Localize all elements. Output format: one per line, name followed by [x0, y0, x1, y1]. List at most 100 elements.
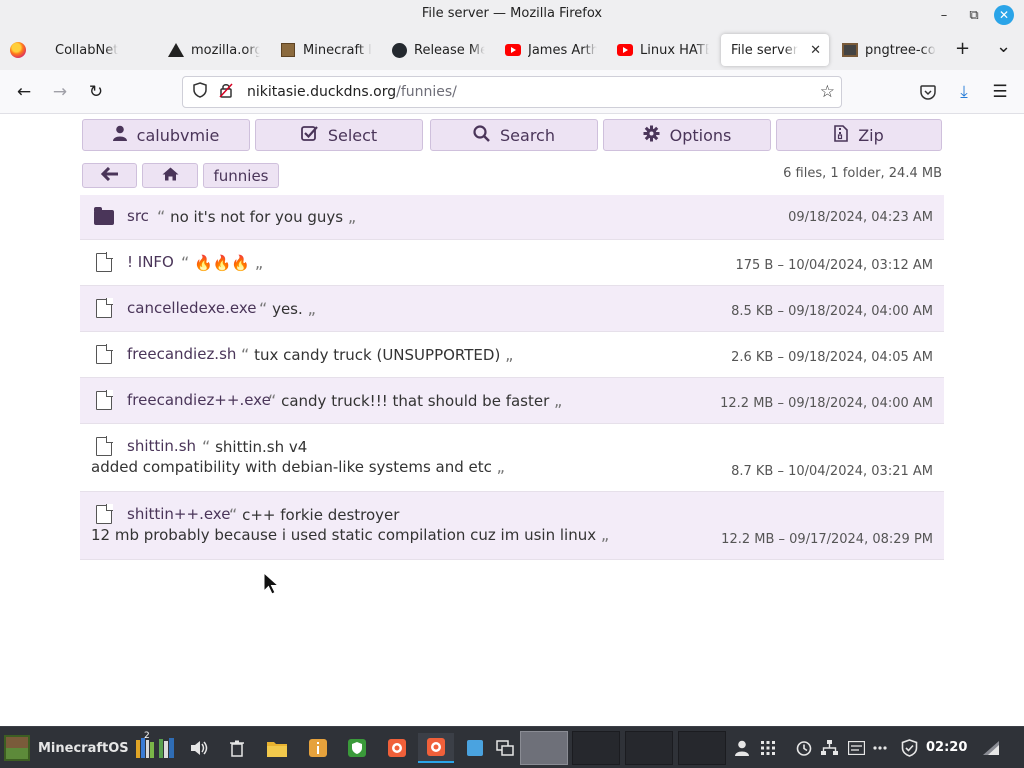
file-meta: 8.5 KB – 09/18/2024, 04:00 AM	[731, 304, 933, 319]
firefox-active-icon[interactable]	[418, 733, 454, 763]
books-icon[interactable]	[156, 733, 178, 763]
pocket-icon[interactable]	[916, 80, 940, 104]
app-menu-button[interactable]: ☰	[988, 80, 1012, 104]
volume-icon[interactable]	[186, 733, 212, 763]
bookmark-star-icon[interactable]: ☆	[820, 82, 835, 102]
tab-minecraft[interactable]: Minecraft la	[280, 34, 372, 66]
file-name[interactable]: ! INFO	[127, 253, 174, 271]
file-row-info[interactable]: ! INFO “ 🔥🔥🔥 „ 175 B – 10/04/2024, 03:12…	[80, 240, 944, 286]
taskbar: MinecraftOS 2 02:20	[0, 726, 1024, 768]
lock-icon[interactable]	[217, 82, 235, 102]
tab-label: File server	[731, 42, 799, 58]
home-button[interactable]	[142, 163, 198, 188]
workspace-4[interactable]	[678, 731, 726, 765]
more-dots-icon[interactable]	[870, 733, 890, 763]
tab-label: pngtree-co	[865, 42, 936, 58]
network-icon[interactable]	[818, 733, 840, 763]
forward-button[interactable]: →	[48, 80, 72, 104]
file-name[interactable]: shittin.sh	[127, 437, 196, 455]
wifi-icon[interactable]	[980, 733, 1002, 763]
zip-button[interactable]: Zip	[776, 119, 942, 151]
file-description-line2: 12 mb probably because i used static com…	[91, 525, 610, 544]
select-button[interactable]: Select	[255, 119, 423, 151]
parent-folder-button[interactable]	[82, 163, 137, 188]
maximize-button[interactable]: ⧉	[964, 5, 984, 25]
firefox-icon[interactable]	[384, 733, 410, 763]
tab-file-server[interactable]: File server ✕	[721, 34, 829, 66]
search-label: Search	[500, 125, 555, 145]
file-description: “ shittin.sh v4	[202, 437, 308, 456]
arrow-left-icon	[100, 166, 119, 185]
list-all-tabs-button[interactable]: ⌄	[996, 36, 1011, 57]
tab-strip: CollabNet mozilla.org Minecraft la Relea…	[0, 30, 1024, 70]
history-icon[interactable]	[792, 733, 814, 763]
new-tab-button[interactable]: +	[955, 38, 970, 59]
page-content: calubvmie Select Search Options Zip funn…	[0, 114, 1024, 726]
downloads-button[interactable]: ⤓	[952, 80, 976, 104]
tab-linux-hate[interactable]: Linux HATE	[617, 34, 709, 66]
files-icon[interactable]	[264, 733, 290, 763]
tab-collabnet[interactable]: CollabNet	[55, 34, 155, 66]
options-button[interactable]: Options	[603, 119, 771, 151]
trash-icon[interactable]	[224, 733, 250, 763]
breadcrumb-current-folder[interactable]: funnies	[203, 163, 279, 188]
window-app-icon[interactable]	[462, 733, 488, 763]
reload-button[interactable]: ↻	[84, 80, 108, 104]
search-button[interactable]: Search	[430, 119, 598, 151]
file-row-cancelledexe[interactable]: cancelledexe.exe “ yes. „ 8.5 KB – 09/18…	[80, 286, 944, 332]
file-row-src[interactable]: src “ no it's not for you guys „ 09/18/2…	[80, 195, 944, 240]
clock[interactable]: 02:20	[926, 740, 967, 755]
file-row-shittin-exe[interactable]: shittin++.exe “ c++ forkie destroyer 12 …	[80, 492, 944, 560]
security-status-icon[interactable]	[898, 733, 920, 763]
app-grid-icon[interactable]	[758, 733, 778, 763]
workspace-apps-icon[interactable]: 2	[134, 731, 156, 763]
file-row-freecandiez-sh[interactable]: freecandiez.sh “ tux candy truck (UNSUPP…	[80, 332, 944, 378]
workspace-3[interactable]	[625, 731, 673, 765]
file-icon	[94, 390, 114, 410]
url-text[interactable]: nikitasie.duckdns.org/funnies/	[247, 84, 457, 100]
file-meta: 12.2 MB – 09/17/2024, 08:29 PM	[721, 532, 933, 547]
file-description: “ yes. „	[259, 299, 316, 318]
keyboard-icon[interactable]	[845, 733, 867, 763]
user-label: calubvmie	[136, 125, 220, 145]
firefox-icon[interactable]	[10, 42, 26, 58]
security-shield-icon[interactable]	[344, 733, 370, 763]
workspace-1[interactable]	[520, 731, 568, 765]
youtube-icon	[617, 42, 633, 58]
file-description: “ c++ forkie destroyer	[229, 505, 400, 524]
start-menu-button[interactable]: MinecraftOS	[4, 733, 132, 763]
workspace-2[interactable]	[572, 731, 620, 765]
show-desktop-icon[interactable]	[492, 733, 518, 763]
tab-release[interactable]: Release Me	[391, 34, 485, 66]
file-icon	[94, 504, 114, 524]
file-description: “ no it's not for you guys „	[157, 207, 357, 226]
file-description: “ tux candy truck (UNSUPPORTED) „	[241, 345, 514, 364]
file-description: “ 🔥🔥🔥 „	[181, 253, 264, 272]
tab-pngtree[interactable]: pngtree-co	[842, 34, 936, 66]
url-bar[interactable]: nikitasie.duckdns.org/funnies/ ☆	[182, 76, 842, 108]
file-name[interactable]: cancelledexe.exe	[127, 299, 257, 317]
file-name[interactable]: src	[127, 207, 149, 225]
close-tab-icon[interactable]: ✕	[800, 43, 821, 58]
user-button[interactable]: calubvmie	[82, 119, 250, 151]
file-icon	[94, 436, 114, 456]
user-icon	[112, 125, 127, 145]
minecraft-icon	[280, 42, 296, 58]
file-row-freecandiez-exe[interactable]: freecandiez++.exe “ candy truck!!! that …	[80, 378, 944, 424]
window-title: File server — Mozilla Firefox	[421, 6, 603, 21]
file-name[interactable]: shittin++.exe	[127, 505, 230, 523]
youtube-icon	[505, 42, 521, 58]
minimize-button[interactable]: –	[934, 5, 954, 25]
image-icon	[842, 42, 858, 58]
shield-icon[interactable]	[191, 82, 209, 102]
close-window-button[interactable]: ✕	[994, 5, 1014, 25]
zip-label: Zip	[858, 125, 884, 145]
user-icon[interactable]	[732, 733, 752, 763]
tab-mozilla[interactable]: mozilla.org	[168, 34, 260, 66]
info-icon[interactable]	[305, 733, 331, 763]
file-row-shittin-sh[interactable]: shittin.sh “ shittin.sh v4 added compati…	[80, 424, 944, 492]
file-name[interactable]: freecandiez++.exe	[127, 391, 271, 409]
back-button[interactable]: ←	[12, 80, 36, 104]
tab-james-arthur[interactable]: James Arth	[505, 34, 597, 66]
file-name[interactable]: freecandiez.sh	[127, 345, 236, 363]
